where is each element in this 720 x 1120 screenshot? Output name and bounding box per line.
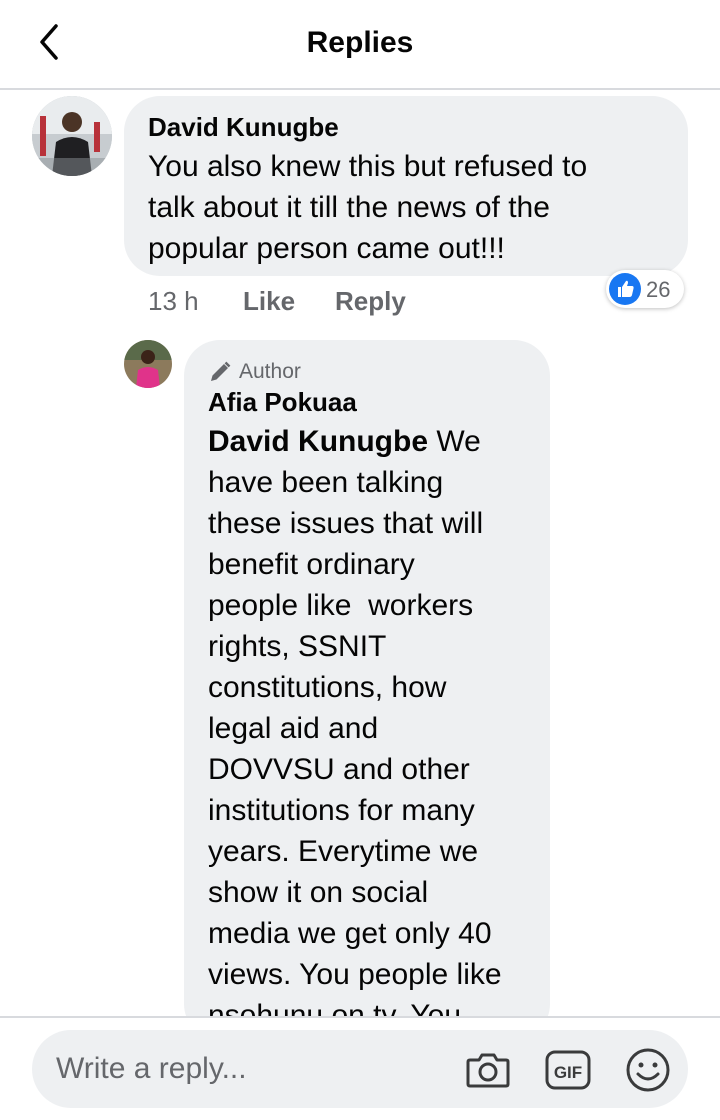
reaction-summary[interactable]: 26 (606, 270, 684, 308)
gif-button[interactable]: GIF (544, 1046, 592, 1094)
emoji-button[interactable] (624, 1046, 672, 1094)
like-button[interactable]: Like (243, 286, 295, 317)
reply-text-line: legal aid and (208, 712, 379, 745)
reply-text-line: rights, SSNIT (208, 630, 387, 663)
emoji-icon (626, 1048, 670, 1092)
reply-text-fragment: We (428, 425, 481, 458)
comment-timestamp: 13 h (148, 286, 199, 316)
camera-button[interactable] (464, 1046, 512, 1094)
reply-composer: Write a reply... GIF (0, 1016, 720, 1120)
gif-icon: GIF (545, 1050, 591, 1090)
pencil-icon (211, 361, 231, 381)
reply-text-line: DOVVSU and other (208, 753, 470, 786)
reply-text: David Kunugbe We have been talking these… (208, 421, 548, 1017)
reply-input-placeholder: Write a reply... (56, 1052, 247, 1085)
camera-icon (466, 1053, 510, 1088)
page-title: Replies (306, 26, 414, 59)
comment-text-line: popular person came out!!! (148, 232, 505, 265)
reply-text-line: have been talking (208, 466, 444, 499)
reply-text-line: show it on social (208, 876, 429, 909)
reply-input[interactable]: Write a reply... GIF (32, 1030, 688, 1108)
reaction-count: 26 (646, 277, 671, 302)
avatar-david-kunugbe[interactable] (32, 96, 112, 176)
gif-label: GIF (554, 1063, 582, 1082)
mention-link[interactable]: David Kunugbe (208, 425, 428, 458)
reply-text-line: these issues that will (208, 507, 484, 540)
reply-text-line: nsohunu on tv. You (208, 999, 462, 1017)
reply-text-line: views. You people like (208, 958, 502, 991)
reply-author-name[interactable]: Afia Pokuaa (208, 387, 357, 418)
reply-text-line: David Kunugbe We (208, 421, 548, 462)
author-badge-label: Author (239, 360, 301, 383)
reply-text-line: media we get only 40 (208, 917, 492, 950)
comment-text-line: You also knew this but refused to (148, 150, 588, 183)
reply-button[interactable]: Reply (335, 286, 406, 317)
comment-bubble[interactable]: David Kunugbe You also knew this but ref… (124, 96, 688, 276)
reply-text-line: people like workers (208, 589, 474, 622)
reply-text-line: benefit ordinary (208, 548, 415, 581)
comment-author-name[interactable]: David Kunugbe (148, 112, 339, 143)
comment-text: You also knew this but refused to talk a… (148, 146, 678, 269)
reply-text-line: years. Everytime we (208, 835, 479, 868)
avatar-afia-pokuaa[interactable] (124, 340, 172, 388)
reply-text-line: constitutions, how (208, 671, 447, 704)
reply-text-line: institutions for many (208, 794, 475, 827)
header-bar: Replies (0, 0, 720, 90)
like-reaction-icon (609, 273, 641, 305)
comment-text-line: talk about it till the news of the (148, 191, 550, 224)
